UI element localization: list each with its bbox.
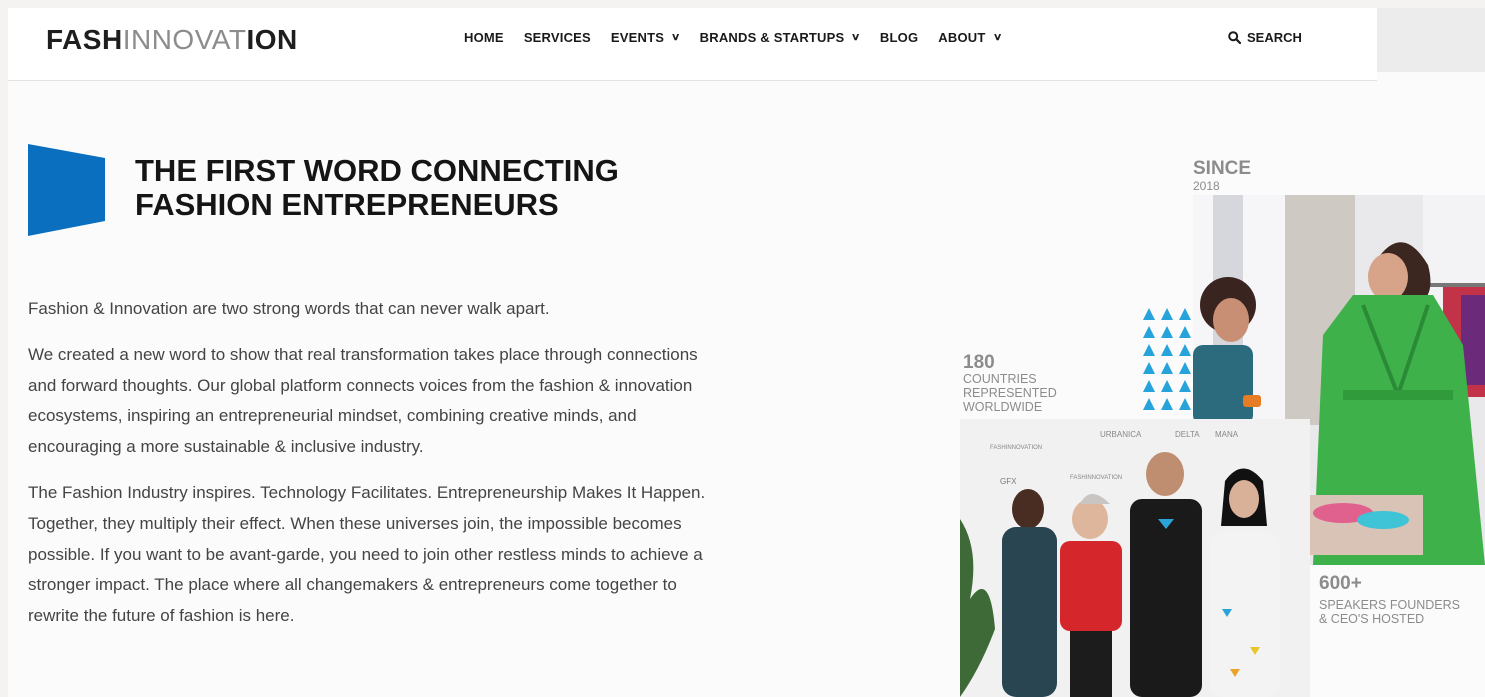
chevron-down-icon: ∨	[851, 32, 862, 43]
event-group-photo: URBANICA DELTA MANA FASHINNOVATION FASHI…	[960, 419, 1310, 697]
page-title: THE FIRST WORD CONNECTING FASHION ENTREP…	[135, 154, 695, 222]
triangle-shape	[1143, 362, 1155, 374]
triangle-shape	[1179, 344, 1191, 356]
triangle-shape	[1161, 398, 1173, 410]
intro-paragraph: The Fashion Industry inspires. Technolog…	[28, 482, 706, 626]
nav-item-services[interactable]: SERVICES	[524, 30, 591, 45]
triangle-shape	[1179, 326, 1191, 338]
svg-text:URBANICA: URBANICA	[1100, 430, 1142, 439]
triangle-shape	[1143, 380, 1155, 392]
backdrop-logo: FASHINNOVATION	[990, 445, 1042, 451]
since-year: 2018	[1193, 179, 1220, 193]
triangle-shape	[1143, 344, 1155, 356]
nav-label: EVENTS	[610, 30, 665, 45]
svg-text:GFX: GFX	[1000, 477, 1017, 486]
svg-text:FASHINNOVATION: FASHINNOVATION	[1070, 475, 1122, 481]
search-icon	[1228, 31, 1241, 44]
stat-speakers-text: SPEAKERS FOUNDERS & CEO'S HOSTED	[1319, 598, 1485, 626]
triangle-shape	[1161, 326, 1173, 338]
stat-line: COUNTRIES	[963, 372, 1037, 386]
triangle-shape	[1179, 398, 1191, 410]
triangle-shape	[1179, 380, 1191, 392]
triangle-shape	[1179, 362, 1191, 374]
triangle-shape	[1161, 308, 1173, 320]
triangle-shape	[1161, 380, 1173, 392]
hero-accent-shape	[28, 144, 106, 241]
intro-paragraph: We created a new word to show that real …	[28, 344, 698, 457]
stat-line: WORLDWIDE	[963, 400, 1043, 414]
site-logo[interactable]: FASHINNOVATION	[46, 24, 298, 56]
header-side-panel	[1377, 8, 1485, 72]
nav-item-about[interactable]: ABOUT ∨	[938, 30, 1003, 45]
triangle-shape	[1143, 398, 1155, 410]
page: FASHINNOVATION HOME SERVICES EVENTS ∨ BRA…	[8, 8, 1485, 697]
nav-label: ABOUT	[938, 30, 986, 45]
intro-paragraph: Fashion & Innovation are two strong word…	[28, 299, 550, 318]
intro-text: Fashion & Innovation are two strong word…	[28, 294, 718, 647]
nav-label: BRANDS & STARTUPS	[699, 30, 845, 45]
triangle-shape	[1143, 308, 1155, 320]
site-header: FASHINNOVATION HOME SERVICES EVENTS ∨ BRA…	[8, 8, 1377, 81]
triangle-shape	[1143, 326, 1155, 338]
svg-text:MANA: MANA	[1215, 430, 1239, 439]
stat-line: & CEO'S HOSTED	[1319, 612, 1425, 626]
stat-line: SPEAKERS FOUNDERS	[1319, 598, 1461, 612]
logo-part-3: ION	[246, 24, 298, 55]
triangle-shape	[1161, 344, 1173, 356]
triangle-shape	[1179, 308, 1191, 320]
stat-speakers-number: 600+	[1319, 573, 1362, 594]
main-nav: HOME SERVICES EVENTS ∨ BRANDS & STARTUPS ∨…	[464, 30, 1003, 45]
nav-item-brands-startups[interactable]: BRANDS & STARTUPS ∨	[699, 30, 862, 45]
triangle-pattern	[1143, 308, 1191, 410]
chevron-down-icon: ∨	[992, 32, 1003, 43]
stat-line: REPRESENTED	[963, 386, 1057, 400]
stat-countries-number: 180	[963, 352, 995, 373]
since-label: SINCE	[1193, 158, 1252, 179]
stat-countries-text: COUNTRIES REPRESENTED WORLDWIDE	[963, 372, 1133, 414]
svg-text:DELTA: DELTA	[1175, 430, 1200, 439]
chevron-down-icon: ∨	[671, 32, 681, 43]
search-label: SEARCH	[1247, 30, 1302, 45]
nav-item-blog[interactable]: BLOG	[880, 30, 918, 45]
nav-label: HOME	[464, 30, 504, 45]
logo-part-1: FASH	[46, 24, 123, 55]
nav-item-events[interactable]: EVENTS ∨	[610, 30, 681, 45]
nav-item-home[interactable]: HOME	[464, 30, 504, 45]
title-line-2: FASHION ENTREPRENEURS	[135, 187, 559, 222]
nav-label: SERVICES	[523, 30, 591, 45]
title-line-1: THE FIRST WORD CONNECTING	[135, 153, 619, 188]
logo-part-2: INNOVAT	[122, 24, 247, 55]
search-button[interactable]: SEARCH	[1228, 30, 1302, 45]
nav-label: BLOG	[879, 30, 919, 45]
triangle-shape	[1161, 362, 1173, 374]
